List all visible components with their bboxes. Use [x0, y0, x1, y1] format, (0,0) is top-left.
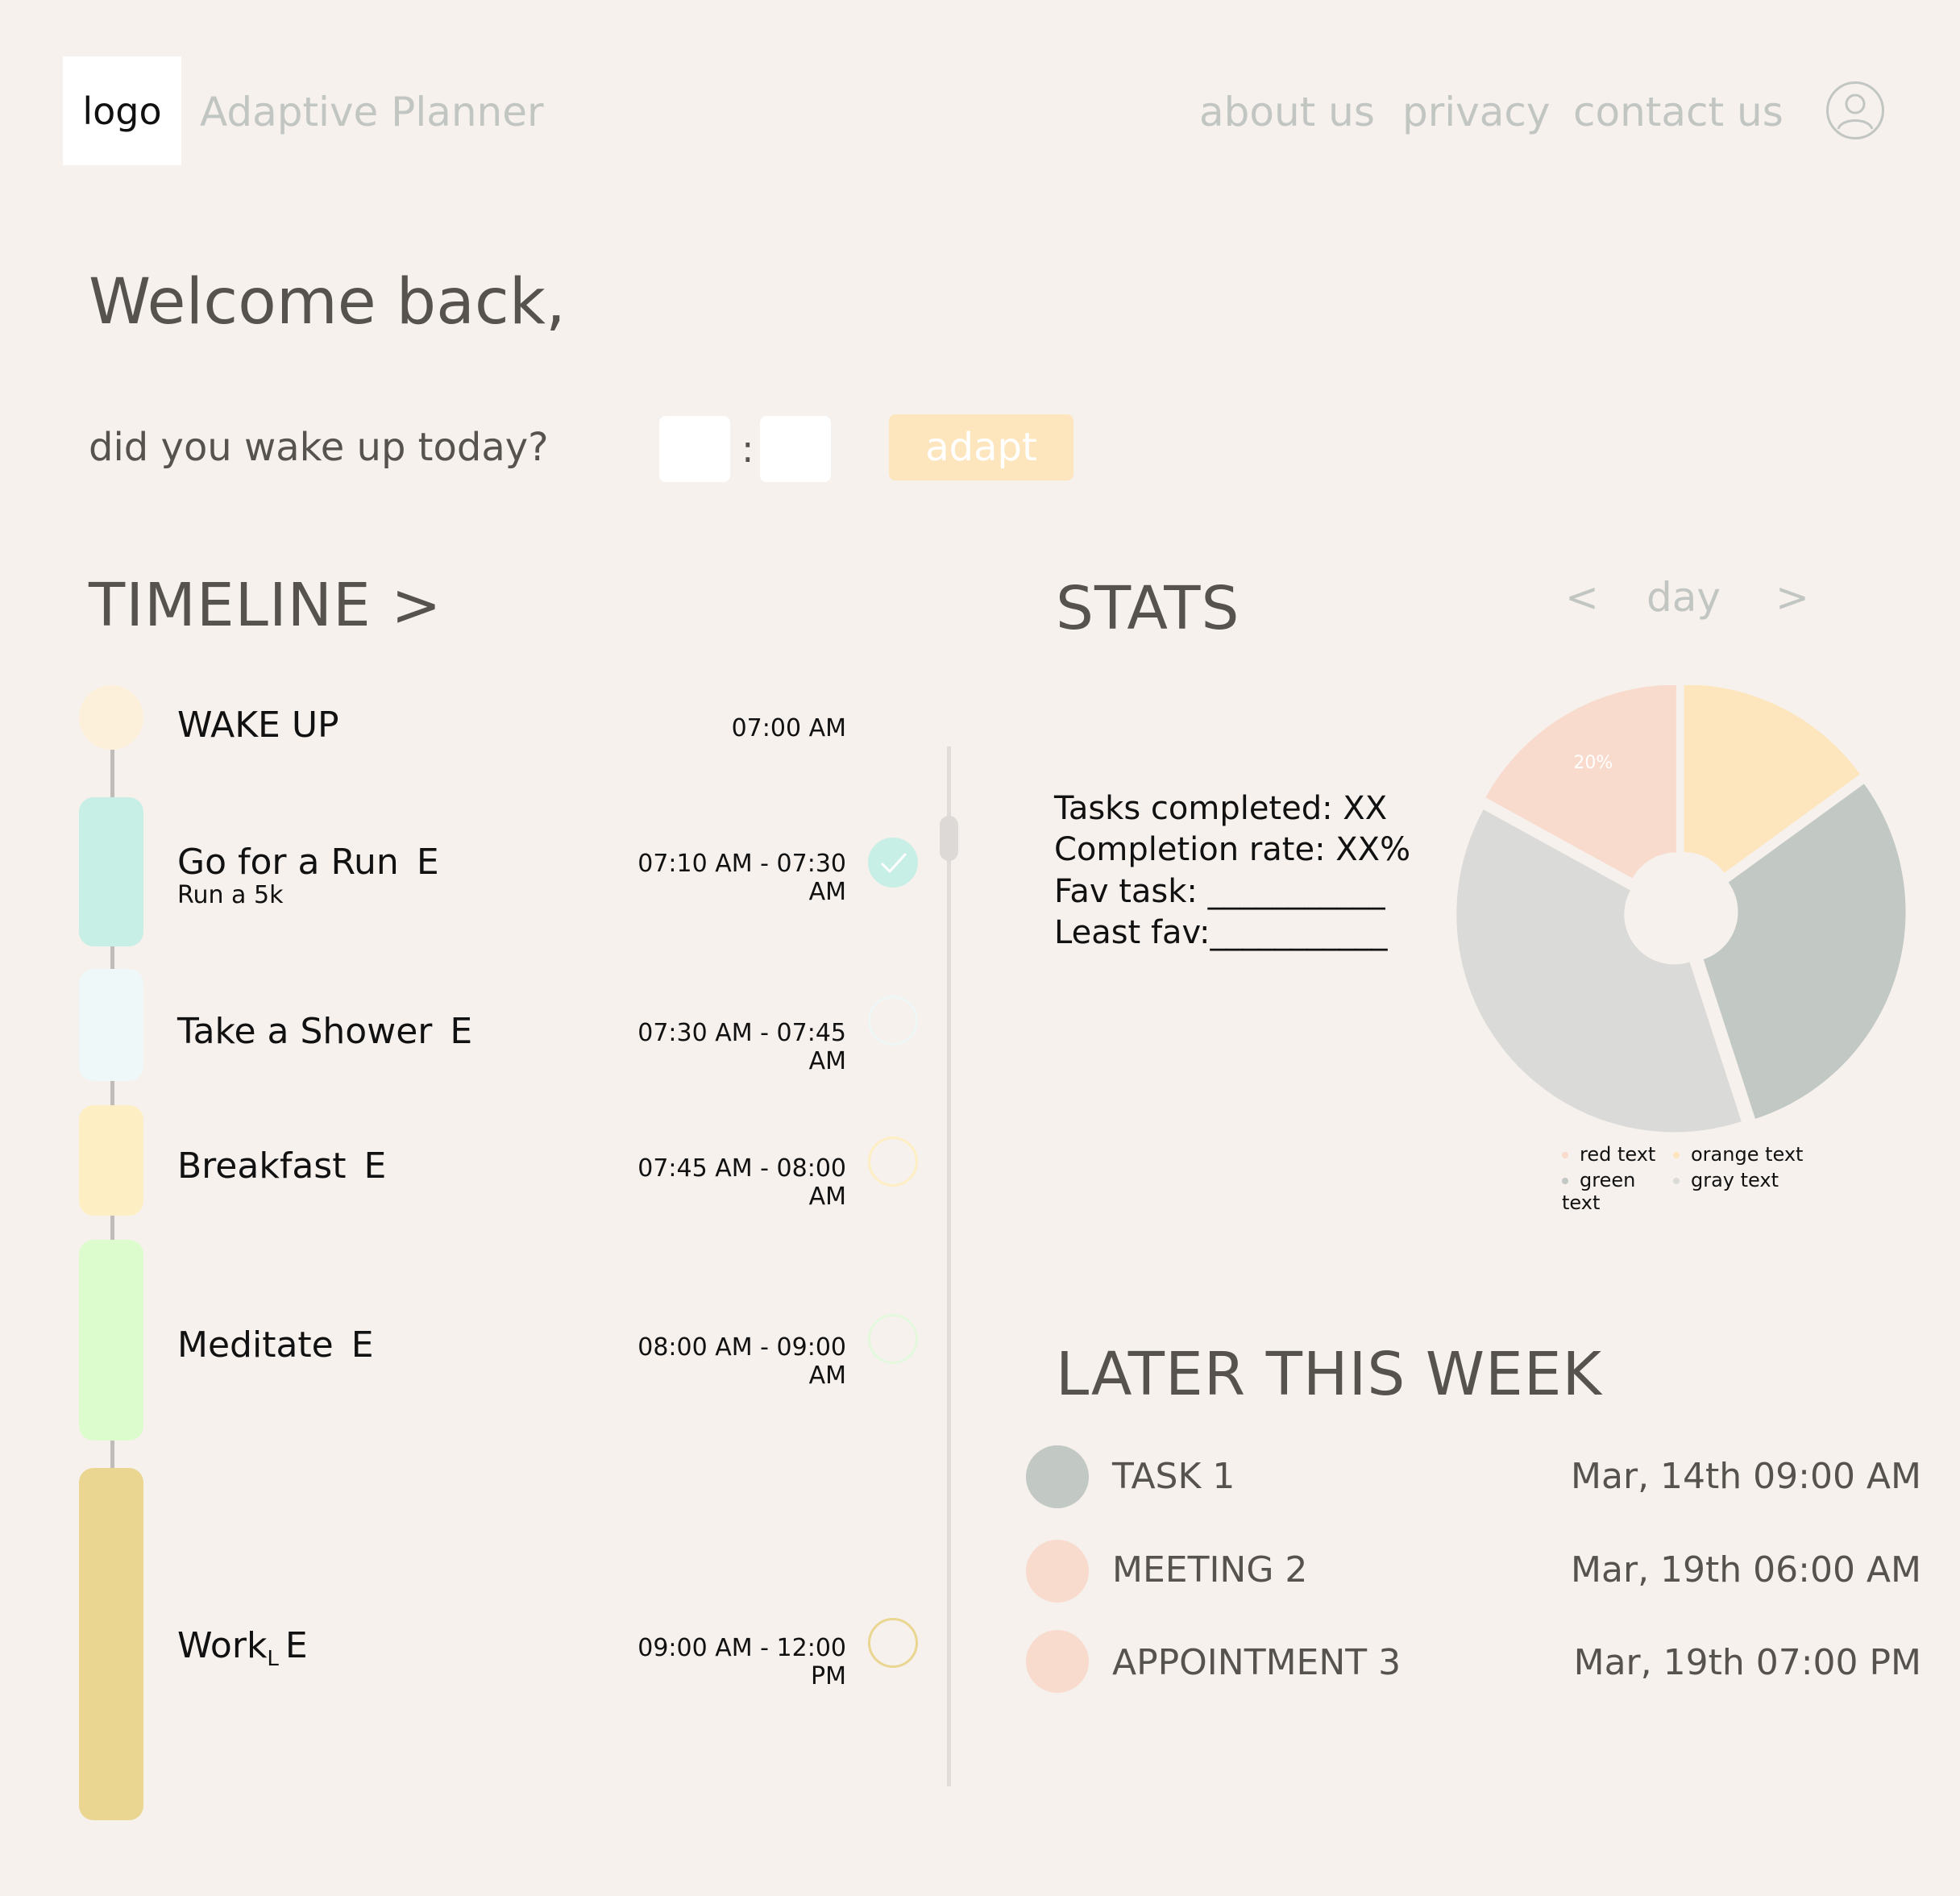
- task-subtitle: Run a 5k: [177, 881, 284, 909]
- stats-next-button[interactable]: >: [1775, 574, 1809, 621]
- upcoming-item-dot: [1026, 1445, 1089, 1508]
- timeline-connector: [110, 1081, 114, 1105]
- stat-fav-task: Fav task: ___________: [1054, 873, 1385, 910]
- stats-title: STATS: [1056, 574, 1240, 643]
- task-time: 08:00 AM - 09:00 AM: [637, 1333, 846, 1390]
- task-time: 07:30 AM - 07:45 AM: [637, 1019, 846, 1075]
- pie-slice-data-label: 20%: [1573, 753, 1613, 773]
- task-name: Breakfast: [177, 1146, 347, 1187]
- legend-label: orange text: [1691, 1143, 1804, 1166]
- edit-button[interactable]: E: [285, 1625, 308, 1666]
- upcoming-item-dot: [1026, 1540, 1089, 1603]
- task-complete-checkbox[interactable]: [868, 1618, 918, 1668]
- timeline-block-run[interactable]: [79, 797, 143, 946]
- legend-label: gray text: [1691, 1169, 1779, 1191]
- legend-item: red text: [1562, 1143, 1673, 1166]
- nav-privacy[interactable]: privacy: [1402, 89, 1551, 135]
- nav-contact-us[interactable]: contact us: [1573, 89, 1784, 135]
- task-title[interactable]: Meditate E: [177, 1324, 374, 1366]
- legend-label: red text: [1580, 1143, 1656, 1166]
- adapt-button-label: adapt: [925, 425, 1037, 470]
- logo[interactable]: logo: [63, 56, 181, 165]
- legend-dot: [1673, 1178, 1680, 1184]
- later-this-week-title: LATER THIS WEEK: [1056, 1340, 1603, 1409]
- timeline-title[interactable]: TIMELINE >: [89, 571, 442, 640]
- upcoming-item-date: Mar, 14th 09:00 AM: [1571, 1456, 1921, 1497]
- stats-prev-button[interactable]: <: [1565, 574, 1599, 621]
- task-title[interactable]: Go for a Run E: [177, 842, 439, 883]
- wake-minute-input[interactable]: [760, 416, 831, 482]
- stats-period-label[interactable]: day: [1646, 574, 1721, 621]
- task-title[interactable]: Take a Shower E: [177, 1011, 472, 1052]
- task-time: 07:00 AM: [731, 714, 846, 742]
- legend-dot: [1562, 1152, 1568, 1158]
- edit-button[interactable]: E: [351, 1324, 374, 1366]
- stat-completion-rate: Completion rate: XX%: [1054, 831, 1411, 868]
- legend-dot: [1562, 1178, 1568, 1184]
- task-name: WAKE UP: [177, 705, 339, 746]
- upcoming-item-date: Mar, 19th 07:00 PM: [1573, 1642, 1921, 1683]
- upcoming-item-dot: [1026, 1630, 1089, 1693]
- task-name: Go for a Run: [177, 842, 399, 883]
- legend-item: gray text: [1673, 1169, 1779, 1214]
- stat-least-fav: Least fav:___________: [1054, 914, 1388, 951]
- timeline-block-shower[interactable]: [79, 969, 143, 1081]
- wake-up-question: did you wake up today?: [89, 425, 549, 470]
- nav-about-us[interactable]: about us: [1199, 89, 1375, 135]
- timeline-block-work[interactable]: [79, 1468, 143, 1820]
- task-title[interactable]: WorkL E: [177, 1625, 308, 1671]
- upcoming-item-date: Mar, 19th 06:00 AM: [1571, 1549, 1921, 1590]
- task-time: 09:00 AM - 12:00 PM: [637, 1634, 846, 1690]
- logo-text: logo: [82, 89, 162, 133]
- task-time: 07:45 AM - 08:00 AM: [637, 1154, 846, 1211]
- task-name-subscript: L: [267, 1646, 279, 1671]
- task-complete-checkbox[interactable]: [868, 1137, 918, 1187]
- upcoming-item-name[interactable]: APPOINTMENT 3: [1112, 1642, 1401, 1683]
- task-complete-checkbox[interactable]: [868, 996, 918, 1046]
- chart-legend: red text orange text green text gray tex…: [1562, 1143, 1804, 1214]
- timeline-connector: [110, 946, 114, 969]
- legend-dot: [1673, 1152, 1680, 1158]
- time-colon: :: [741, 427, 754, 471]
- user-avatar-icon[interactable]: [1826, 81, 1884, 139]
- stats-pie-chart: 20%: [1456, 685, 1906, 1133]
- upcoming-item-name[interactable]: TASK 1: [1112, 1456, 1235, 1497]
- welcome-title: Welcome back,: [89, 266, 566, 339]
- timeline-connector: [110, 750, 114, 798]
- edit-button[interactable]: E: [450, 1011, 472, 1052]
- stat-tasks-completed: Tasks completed: XX: [1054, 790, 1388, 827]
- edit-button[interactable]: E: [417, 842, 439, 883]
- task-name: Take a Shower: [177, 1011, 433, 1052]
- app-title: Adaptive Planner: [200, 89, 544, 135]
- task-complete-checkbox[interactable]: [868, 838, 918, 888]
- timeline-block-meditate[interactable]: [79, 1240, 143, 1441]
- wake-hour-input[interactable]: [659, 416, 730, 482]
- check-icon: [880, 852, 907, 874]
- pie-center-hole: [1630, 859, 1730, 959]
- task-title[interactable]: Breakfast E: [177, 1146, 386, 1187]
- legend-item: orange text: [1673, 1143, 1803, 1166]
- task-name: Work: [177, 1625, 268, 1666]
- legend-label: green text: [1562, 1169, 1636, 1214]
- upcoming-item-name[interactable]: MEETING 2: [1112, 1549, 1307, 1590]
- edit-button[interactable]: E: [363, 1146, 386, 1187]
- timeline-scrollbar-thumb[interactable]: [940, 816, 958, 861]
- timeline-block-breakfast[interactable]: [79, 1105, 143, 1216]
- task-complete-checkbox[interactable]: [868, 1314, 918, 1364]
- task-name: Meditate: [177, 1324, 334, 1366]
- timeline-marker-wake-up: [79, 685, 143, 750]
- adapt-button[interactable]: adapt: [889, 414, 1073, 480]
- timeline-connector: [110, 1441, 114, 1468]
- timeline-scrollbar[interactable]: [947, 746, 951, 1786]
- task-time: 07:10 AM - 07:30 AM: [637, 850, 846, 906]
- legend-item: green text: [1562, 1169, 1673, 1214]
- timeline-connector: [110, 1216, 114, 1240]
